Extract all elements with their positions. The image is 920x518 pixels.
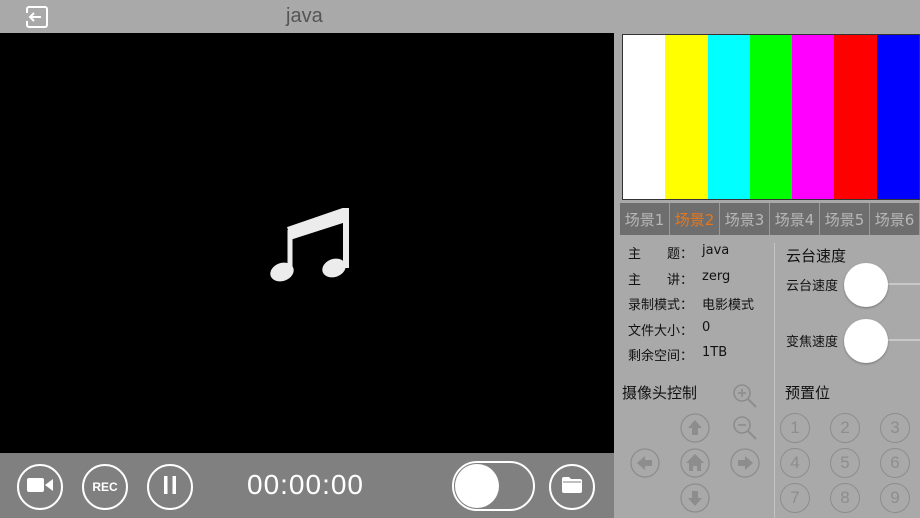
info-row: 主 题： java <box>628 243 778 269</box>
slider-knob[interactable] <box>843 263 888 307</box>
color-bar <box>834 35 877 199</box>
preset-button-3[interactable]: 3 <box>880 413 910 443</box>
info-key: 剩余空间： <box>628 349 694 364</box>
preset-button-1[interactable]: 1 <box>780 413 810 443</box>
info-key: 文件大小： <box>628 323 694 339</box>
video-preview[interactable] <box>0 33 614 453</box>
info-key: 主 讲： <box>628 272 694 288</box>
zoom-speed-label: 变焦速度 <box>786 335 839 350</box>
color-bar <box>665 35 708 199</box>
record-toggle[interactable] <box>452 461 535 511</box>
record-timer: 00:00:00 <box>247 469 364 500</box>
recording-info: 主 题： java 主 讲： zerg 录制模式： 电影模式 文件大小： 0 剩余空间： 1TB <box>628 243 778 371</box>
preset-button-7[interactable]: 7 <box>780 483 810 513</box>
scene-tab-5[interactable]: 场景5 <box>820 203 870 235</box>
camera-control-title: 摄像头控制 <box>622 384 698 402</box>
pan-speed-slider[interactable]: 云台速度 <box>786 263 920 307</box>
arrow-left-icon[interactable] <box>630 448 660 482</box>
exit-icon[interactable] <box>25 5 49 29</box>
info-value: 1TB <box>702 345 728 360</box>
pan-speed-label: 云台速度 <box>786 279 839 294</box>
scene-tab-3[interactable]: 场景3 <box>720 203 770 235</box>
presets-title: 预置位 <box>785 384 831 402</box>
pause-button[interactable] <box>147 464 193 510</box>
info-key: 主 题： <box>628 247 694 262</box>
scene-tab-6[interactable]: 场景6 <box>870 203 920 235</box>
color-bar <box>792 35 835 199</box>
info-value: 电影模式 <box>702 298 755 313</box>
color-bar <box>707 35 750 199</box>
info-row: 主 讲： zerg <box>628 269 778 295</box>
color-bar <box>749 35 793 199</box>
color-bar <box>623 35 666 199</box>
info-row: 剩余空间： 1TB <box>628 345 778 371</box>
home-icon[interactable] <box>680 448 710 482</box>
preset-button-5[interactable]: 5 <box>830 448 860 478</box>
preset-button-6[interactable]: 6 <box>880 448 910 478</box>
slider-knob[interactable] <box>843 319 888 363</box>
record-controls-bar: REC 00:00:00 <box>0 453 614 518</box>
info-row: 录制模式： 电影模式 <box>628 294 778 320</box>
info-value: zerg <box>702 268 731 284</box>
zoom-in-icon[interactable] <box>732 383 758 413</box>
info-value: java <box>702 243 730 258</box>
video-camera-button[interactable] <box>17 464 63 510</box>
scene-tab-2[interactable]: 场景2 <box>670 203 720 235</box>
scene-tab-1[interactable]: 场景1 <box>620 203 670 235</box>
scene-tabs: 场景1 场景2 场景3 场景4 场景5 场景6 <box>620 203 920 235</box>
preset-button-4[interactable]: 4 <box>780 448 810 478</box>
info-value: 0 <box>702 319 711 335</box>
video-camera-icon <box>27 477 53 497</box>
zoom-speed-slider[interactable]: 变焦速度 <box>786 319 920 363</box>
page-title: java <box>286 5 323 27</box>
divider <box>774 243 775 518</box>
arrow-right-icon[interactable] <box>730 448 760 482</box>
pause-icon <box>163 476 177 498</box>
arrow-down-icon[interactable] <box>680 483 710 517</box>
preset-button-8[interactable]: 8 <box>830 483 860 513</box>
rec-button[interactable]: REC <box>82 464 128 510</box>
rec-label: REC <box>92 480 118 494</box>
folder-button[interactable] <box>549 464 595 510</box>
info-row: 文件大小： 0 <box>628 320 778 346</box>
color-bars-preview[interactable] <box>622 34 920 200</box>
music-note-icon <box>268 205 350 287</box>
color-bar <box>876 35 919 199</box>
folder-icon <box>562 477 582 497</box>
preset-button-9[interactable]: 9 <box>880 483 910 513</box>
right-panel: 场景1 场景2 场景3 场景4 场景5 场景6 主 题： java 主 讲： zerg 录制模式：… <box>614 33 920 518</box>
scene-tab-4[interactable]: 场景4 <box>770 203 820 235</box>
preset-button-2[interactable]: 2 <box>830 413 860 443</box>
top-bar: java <box>0 0 920 33</box>
arrow-up-icon[interactable] <box>680 413 710 447</box>
info-key: 录制模式： <box>628 298 694 313</box>
toggle-knob <box>455 464 499 508</box>
zoom-out-icon[interactable] <box>732 415 758 445</box>
